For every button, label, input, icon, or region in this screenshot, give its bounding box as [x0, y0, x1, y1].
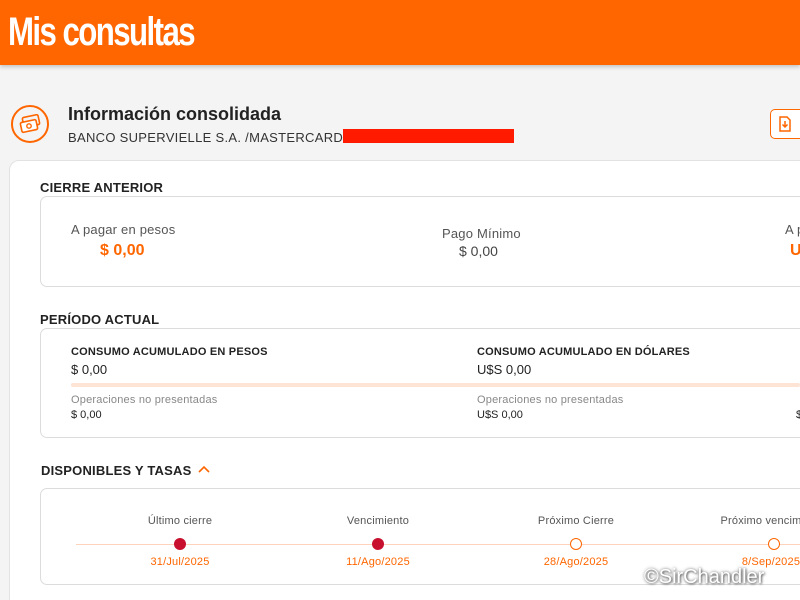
cierre-anterior-card [40, 196, 800, 287]
operaciones-dolares-label: Operaciones no presentadas [477, 394, 624, 406]
pesos-label: A pagar en pesos [71, 222, 176, 237]
download-document-icon [779, 116, 791, 132]
money-icon [11, 105, 49, 143]
operaciones-third-value: $ [796, 409, 800, 421]
download-button[interactable] [770, 109, 800, 139]
timeline-label-ultimo-cierre: Último cierre [147, 515, 213, 527]
consumo-dolares-value: U$S 0,00 [477, 362, 532, 377]
timeline-date-vencimiento: 11/Ago/2025 [346, 556, 410, 568]
dolares-label: A p [785, 222, 800, 237]
chevron-up-icon[interactable] [198, 464, 210, 474]
timeline-dot-past [372, 538, 384, 550]
timeline-label-vencimiento: Vencimiento [346, 515, 410, 527]
section-title-periodo-actual: PERÍODO ACTUAL [40, 312, 160, 327]
consumo-pesos-title: CONSUMO ACUMULADO EN PESOS [71, 346, 268, 358]
minimo-label: Pago Mínimo [442, 226, 521, 241]
consumo-dolares-title: CONSUMO ACUMULADO EN DÓLARES [477, 346, 690, 358]
watermark: ©SirChandler [644, 566, 765, 588]
dolares-value: U [790, 242, 800, 259]
timeline-dot-future [570, 538, 582, 550]
operaciones-pesos-label: Operaciones no presentadas [71, 394, 218, 406]
consumo-pesos-value: $ 0,00 [71, 362, 108, 377]
redacted-card-number [343, 129, 514, 143]
operaciones-pesos-value: $ 0,00 [71, 409, 102, 421]
info-title: Información consolidada [68, 104, 282, 124]
pesos-value: $ 0,00 [100, 242, 145, 259]
operaciones-dolares-value: U$S 0,00 [477, 409, 523, 421]
minimo-value: $ 0,00 [459, 243, 498, 259]
card-account-subtitle: BANCO SUPERVIELLE S.A. /MASTERCARD - 1 [68, 130, 364, 145]
page-title: Mis consultas [8, 10, 196, 54]
section-title-cierre-anterior: CIERRE ANTERIOR [40, 180, 164, 195]
timeline-date-proximo-cierre: 28/Ago/2025 [543, 556, 609, 568]
timeline-dot-past [174, 538, 186, 550]
section-title-disponibles[interactable]: DISPONIBLES Y TASAS [41, 463, 191, 478]
timeline-label-proximo-cierre: Próximo Cierre [537, 515, 615, 527]
timeline-dot-future [768, 538, 780, 550]
timeline-date-ultimo-cierre: 31/Jul/2025 [150, 556, 210, 568]
app-header: Mis consultas [0, 0, 800, 65]
timeline-label-proximo-vencimiento: Próximo vencim [720, 515, 800, 527]
consumo-progress-bar [71, 383, 800, 387]
